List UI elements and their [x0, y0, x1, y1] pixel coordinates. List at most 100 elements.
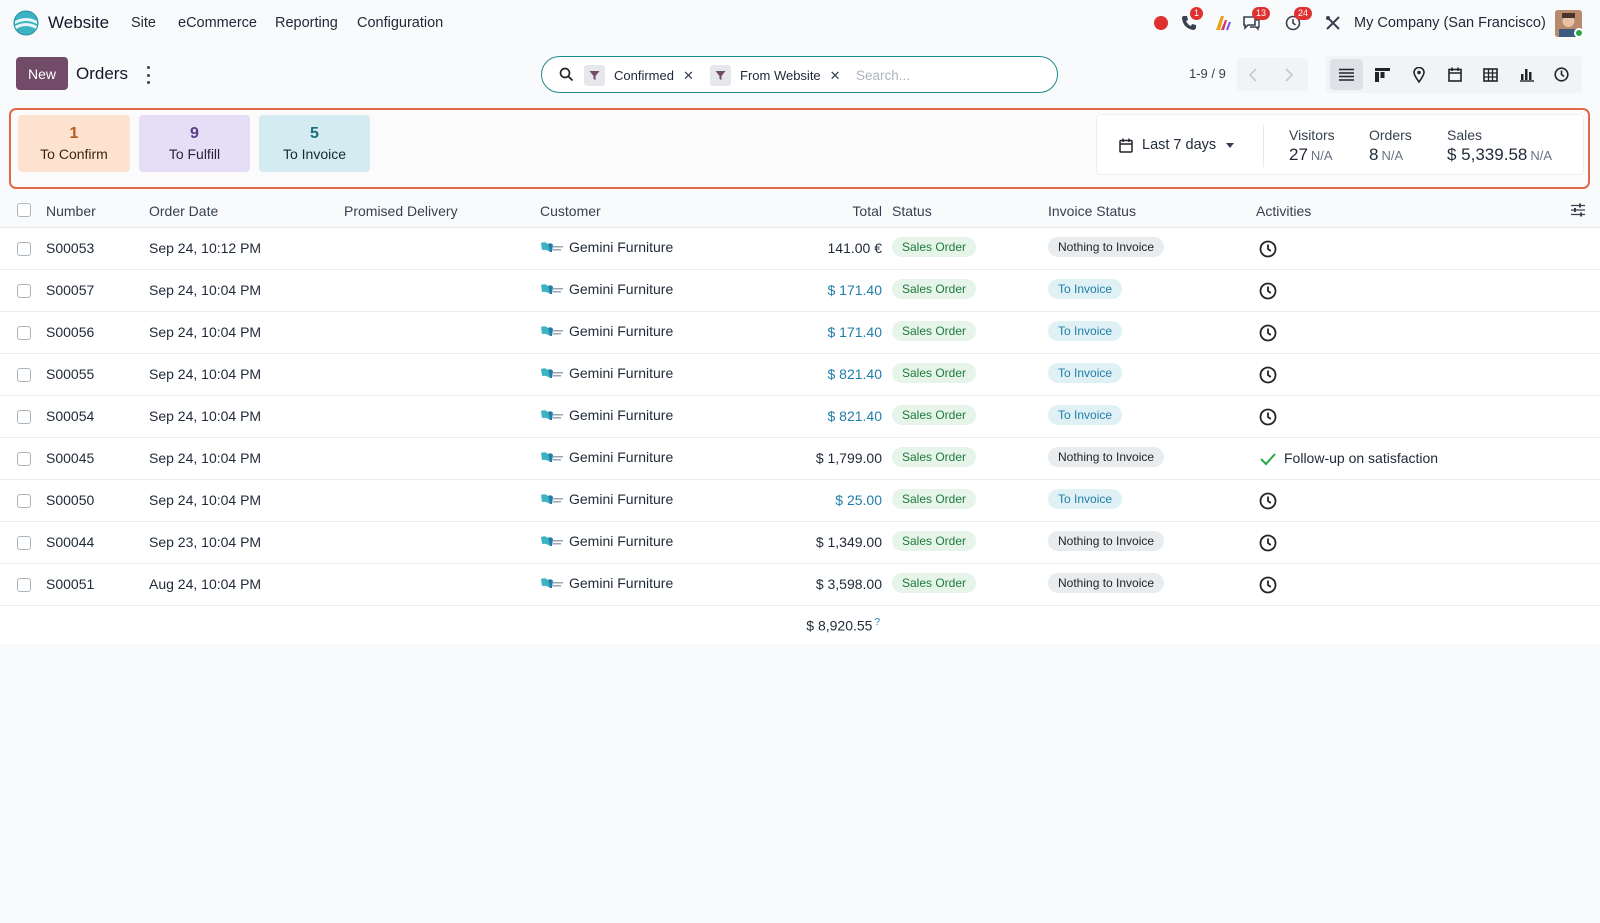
- activity-clock-icon[interactable]: [1258, 533, 1278, 553]
- card-to-fulfill[interactable]: 9 To Fulfill: [139, 115, 250, 172]
- chevron-left-icon[interactable]: [1243, 65, 1263, 85]
- customer-logo-icon: [541, 410, 563, 420]
- activity-clock-icon[interactable]: [1258, 323, 1278, 343]
- col-total[interactable]: Total: [762, 203, 882, 219]
- messages-icon[interactable]: 13: [1241, 7, 1271, 33]
- activity-clock-icon[interactable]: [1258, 491, 1278, 511]
- ai-icon[interactable]: [1214, 13, 1234, 33]
- tools-icon[interactable]: [1323, 13, 1343, 33]
- table-row[interactable]: S00054 Sep 24, 10:04 PM Gemini Furniture $ …: [0, 396, 1600, 438]
- card-label: To Invoice: [282, 145, 347, 162]
- order-date: Sep 24, 10:04 PM: [149, 492, 262, 508]
- table-row[interactable]: S00050 Sep 24, 10:04 PM Gemini Furniture $ …: [0, 480, 1600, 522]
- table-row[interactable]: S00056 Sep 24, 10:04 PM Gemini Furniture $ …: [0, 312, 1600, 354]
- table-row[interactable]: S00053 Sep 24, 10:12 PM Gemini Furniture 14…: [0, 228, 1600, 270]
- recording-dot-icon[interactable]: [1151, 13, 1171, 33]
- col-promised-delivery[interactable]: Promised Delivery: [344, 203, 458, 219]
- list-view-icon[interactable]: [1330, 59, 1363, 90]
- invoice-status-badge: To Invoice: [1048, 321, 1123, 341]
- row-checkbox[interactable]: [17, 284, 31, 298]
- activity-clock-icon[interactable]: [1258, 281, 1278, 301]
- row-checkbox[interactable]: [17, 494, 31, 508]
- remove-facet-icon[interactable]: ✕: [830, 68, 841, 84]
- menu-reporting[interactable]: Reporting: [275, 15, 338, 31]
- activity-clock-icon[interactable]: [1258, 575, 1278, 595]
- col-number[interactable]: Number: [46, 203, 96, 219]
- stat-value: 27: [1289, 145, 1308, 164]
- remove-facet-icon[interactable]: ✕: [683, 68, 694, 84]
- website-app-logo-icon[interactable]: [13, 10, 39, 36]
- order-total: $ 821.40: [827, 366, 883, 382]
- row-checkbox[interactable]: [17, 368, 31, 382]
- customer-cell: Gemini Furniture: [540, 281, 673, 297]
- map-view-icon[interactable]: [1402, 59, 1435, 90]
- optional-columns-icon[interactable]: [1571, 203, 1585, 220]
- pager-value[interactable]: 1-9 / 9: [1189, 66, 1226, 81]
- calendar-view-icon[interactable]: [1438, 59, 1471, 90]
- table-row[interactable]: S00057 Sep 24, 10:04 PM Gemini Furniture $ …: [0, 270, 1600, 312]
- col-activities[interactable]: Activities: [1256, 203, 1311, 219]
- period-dropdown[interactable]: Last 7 days: [1119, 137, 1235, 153]
- divider: [1263, 125, 1264, 167]
- company-switcher[interactable]: My Company (San Francisco): [1354, 15, 1546, 31]
- pivot-view-icon[interactable]: [1474, 59, 1507, 90]
- facet-label: From Website: [740, 68, 821, 83]
- filter-icon: [584, 65, 605, 86]
- card-count: 5: [310, 124, 319, 142]
- table-row[interactable]: S00051 Aug 24, 10:04 PM Gemini Furniture $ …: [0, 564, 1600, 606]
- new-button[interactable]: New: [16, 57, 68, 90]
- app-name[interactable]: Website: [48, 13, 109, 33]
- col-order-date[interactable]: Order Date: [149, 203, 218, 219]
- menu-site[interactable]: Site: [131, 15, 156, 31]
- actions-menu-kebab-icon[interactable]: [143, 66, 153, 84]
- orders-table: Number Order Date Promised Delivery Cust…: [0, 193, 1600, 644]
- table-row[interactable]: S00044 Sep 23, 10:04 PM Gemini Furniture $ …: [0, 522, 1600, 564]
- invoice-status-badge: Nothing to Invoice: [1048, 573, 1165, 593]
- menu-configuration[interactable]: Configuration: [357, 15, 443, 31]
- order-date: Sep 24, 10:04 PM: [149, 450, 262, 466]
- kanban-view-icon[interactable]: [1366, 59, 1399, 90]
- activity-view-icon[interactable]: [1545, 59, 1578, 90]
- activity-clock-icon[interactable]: [1258, 239, 1278, 259]
- search-icon[interactable]: [559, 67, 574, 85]
- activities-clock-icon[interactable]: 24: [1283, 7, 1313, 33]
- card-to-invoice[interactable]: 5 To Invoice: [259, 115, 370, 172]
- row-checkbox[interactable]: [17, 452, 31, 466]
- menu-ecommerce[interactable]: eCommerce: [178, 15, 257, 31]
- row-checkbox[interactable]: [17, 578, 31, 592]
- order-number: S00054: [46, 408, 95, 424]
- row-checkbox[interactable]: [17, 326, 31, 340]
- status-badge: Sales Order: [892, 405, 977, 425]
- order-number: S00045: [46, 450, 95, 466]
- customer-logo-icon: [541, 242, 563, 252]
- graph-view-icon[interactable]: [1510, 59, 1543, 90]
- stat-visitors: Visitors 27 N/A: [1289, 126, 1335, 167]
- customer-logo-icon: [541, 368, 563, 378]
- phone-icon[interactable]: 1: [1179, 7, 1204, 33]
- pager-nav: [1237, 58, 1308, 91]
- customer-logo-icon: [541, 284, 563, 294]
- card-to-confirm[interactable]: 1 To Confirm: [18, 115, 130, 172]
- table-row[interactable]: S00045 Sep 24, 10:04 PM Gemini Furniture $ …: [0, 438, 1600, 480]
- col-invoice-status[interactable]: Invoice Status: [1048, 203, 1136, 219]
- activity-clock-icon[interactable]: [1258, 365, 1278, 385]
- activity-clock-icon[interactable]: [1258, 407, 1278, 427]
- col-status[interactable]: Status: [892, 203, 932, 219]
- chevron-right-icon[interactable]: [1279, 65, 1299, 85]
- table-row[interactable]: S00055 Sep 24, 10:04 PM Gemini Furniture $ …: [0, 354, 1600, 396]
- row-checkbox[interactable]: [17, 536, 31, 550]
- row-checkbox[interactable]: [17, 242, 31, 256]
- activity-summary[interactable]: Follow-up on satisfaction: [1284, 450, 1438, 466]
- invoice-status-badge: To Invoice: [1048, 489, 1123, 509]
- check-icon[interactable]: [1258, 449, 1278, 469]
- search-input[interactable]: [856, 65, 1046, 86]
- search-bar[interactable]: Confirmed ✕ From Website ✕: [541, 56, 1058, 93]
- sum-help-icon[interactable]: ?: [874, 617, 880, 628]
- messages-badge: 13: [1252, 7, 1271, 20]
- customer-name: Gemini Furniture: [569, 323, 674, 339]
- customer-name: Gemini Furniture: [569, 239, 674, 255]
- select-all-checkbox[interactable]: [17, 203, 31, 217]
- row-checkbox[interactable]: [17, 410, 31, 424]
- customer-name: Gemini Furniture: [569, 407, 674, 423]
- col-customer[interactable]: Customer: [540, 203, 601, 219]
